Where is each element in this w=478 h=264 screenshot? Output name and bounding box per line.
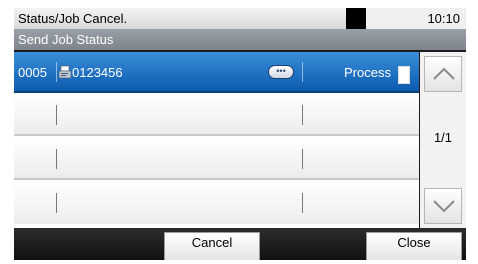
chevron-up-icon [433, 67, 455, 80]
scroll-panel: 1/1 [420, 52, 466, 228]
clock: 10:10 [366, 8, 466, 29]
scroll-up-button[interactable] [424, 56, 462, 92]
scroll-down-button[interactable] [424, 188, 462, 224]
send-job-status-screen: Status/Job Cancel. 10:10 Send Job Status… [14, 8, 466, 260]
close-button[interactable]: Close [366, 232, 462, 260]
job-number: 0005 [18, 65, 47, 80]
cancel-button[interactable]: Cancel [164, 232, 260, 260]
chevron-down-icon [433, 200, 455, 213]
status-bar: Status/Job Cancel. 10:10 [14, 8, 466, 29]
fax-icon [58, 65, 72, 79]
table-row[interactable] [14, 139, 419, 180]
page-count: 1/1 [433, 130, 453, 145]
destination: 0123456 [72, 65, 123, 80]
bottom-bar: Cancel Close [14, 228, 466, 260]
document-icon [398, 66, 410, 84]
detail-button[interactable]: ••• [268, 65, 294, 79]
dots-icon: ••• [276, 66, 286, 76]
table-row[interactable] [14, 183, 419, 224]
job-list: 0005 0123456 ••• Process [14, 52, 419, 228]
page-title: Send Job Status [14, 29, 466, 50]
screen-title: Status/Job Cancel. [14, 8, 346, 29]
table-row[interactable] [14, 95, 419, 136]
job-status: Process [344, 65, 391, 80]
table-row[interactable]: 0005 0123456 ••• Process [14, 52, 419, 93]
